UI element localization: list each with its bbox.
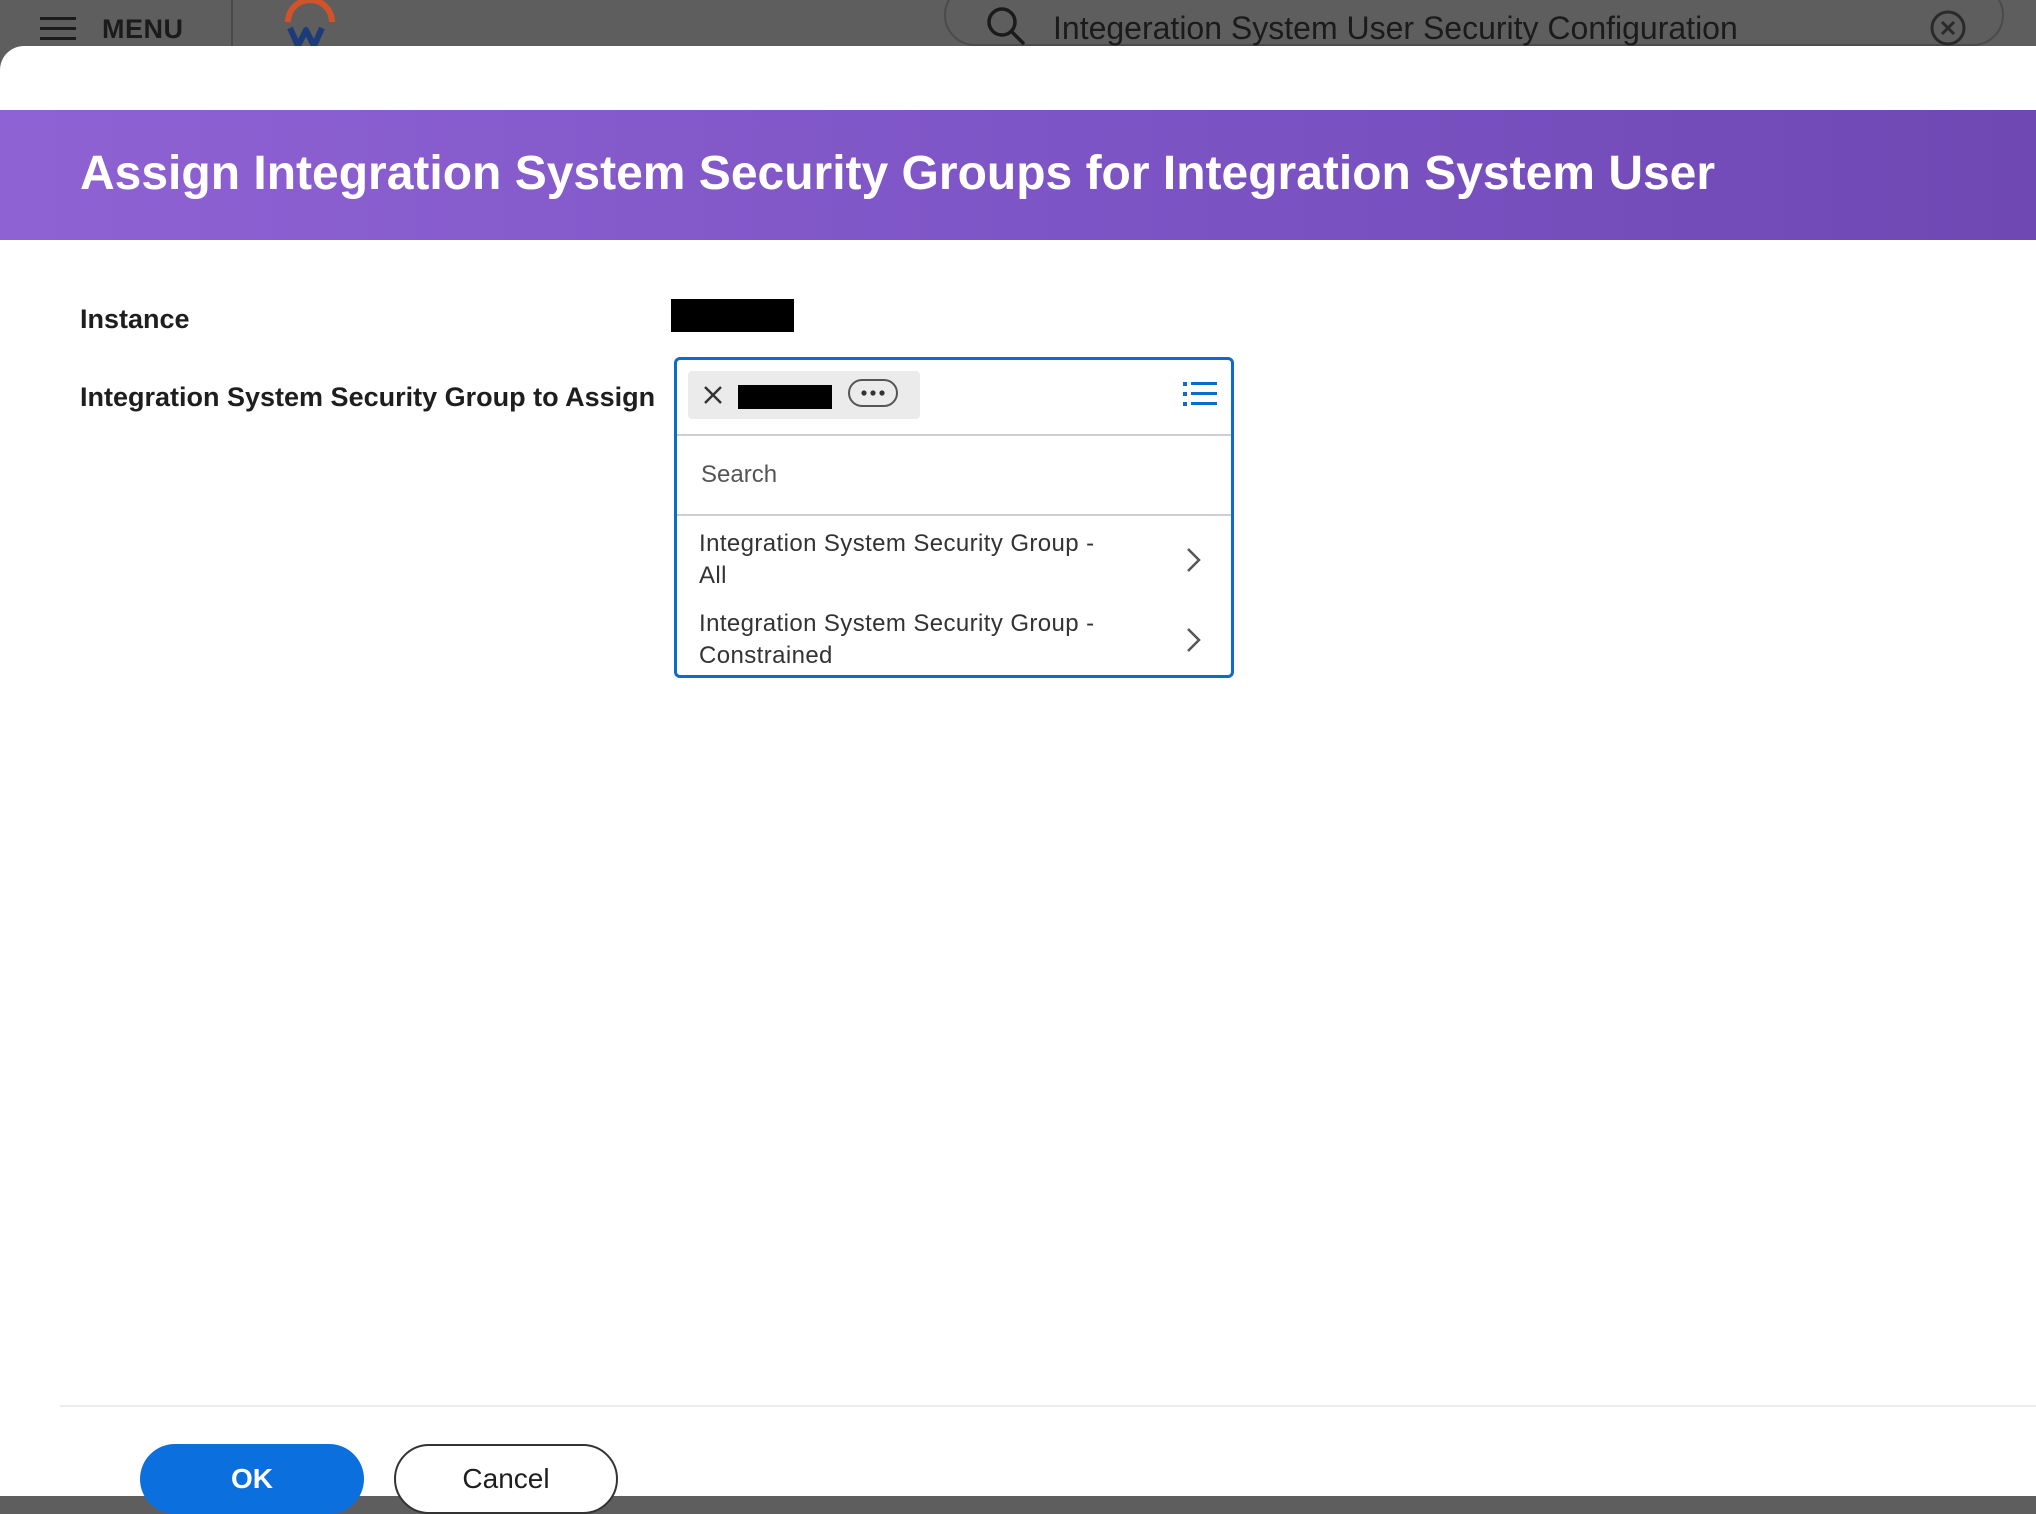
close-icon[interactable]	[702, 384, 724, 406]
prompt-divider	[677, 434, 1231, 436]
list-icon[interactable]	[1183, 380, 1217, 410]
hamburger-icon	[40, 17, 76, 40]
option-security-group-all[interactable]: Integration System Security Group - All	[677, 520, 1231, 600]
prompt-divider	[677, 514, 1231, 516]
footer-divider	[60, 1405, 2036, 1407]
workday-logo[interactable]	[280, 0, 340, 46]
global-search-input[interactable]: Integeration System User Security Config…	[1053, 10, 1738, 47]
header-divider	[231, 0, 233, 46]
instance-label: Instance	[80, 304, 190, 334]
dialog-title: Assign Integration System Security Group…	[80, 147, 1716, 200]
related-actions-button[interactable]	[848, 379, 898, 407]
menu-button[interactable]: MENU	[40, 12, 184, 46]
more-horizontal-icon	[861, 390, 885, 396]
clear-circle-x-icon[interactable]	[1928, 8, 1968, 48]
instance-value-redacted	[671, 299, 794, 332]
option-security-group-constrained[interactable]: Integration System Security Group - Cons…	[677, 600, 1231, 680]
chevron-right-icon	[1187, 548, 1201, 572]
selected-item-pill[interactable]	[688, 371, 920, 419]
cancel-button[interactable]: Cancel	[394, 1444, 618, 1514]
security-group-prompt[interactable]: Integration System Security Group - All …	[674, 357, 1234, 678]
dialog-header: Assign Integration System Security Group…	[0, 110, 2036, 240]
search-icon	[987, 7, 1025, 45]
assign-groups-dialog: Assign Integration System Security Group…	[0, 46, 2036, 1514]
chevron-right-icon	[1187, 628, 1201, 652]
option-label: Integration System Security Group - Cons…	[699, 610, 1095, 669]
ok-button[interactable]: OK	[140, 1444, 364, 1514]
group-to-assign-label: Integration System Security Group to Ass…	[80, 382, 656, 412]
selected-item-redacted	[738, 385, 832, 409]
menu-label: MENU	[102, 13, 184, 44]
top-header: MENU Integeration System User Security C…	[0, 0, 2036, 46]
prompt-search-input[interactable]	[699, 442, 1203, 508]
option-label: Integration System Security Group - All	[699, 530, 1095, 589]
global-search-bar[interactable]: Integeration System User Security Config…	[944, 0, 2004, 46]
